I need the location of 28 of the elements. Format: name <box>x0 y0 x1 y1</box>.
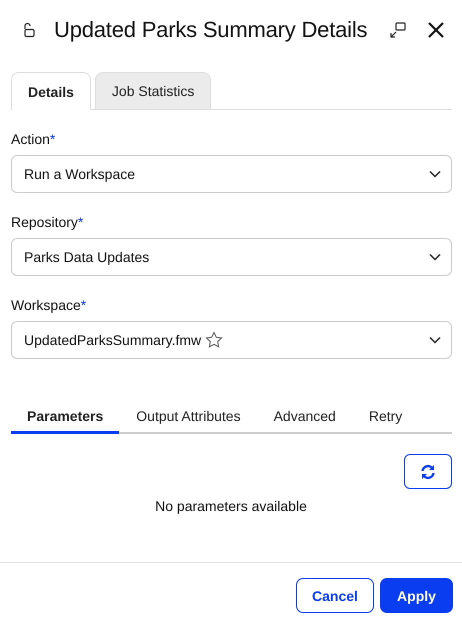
required-mark: * <box>50 131 56 149</box>
refresh-icon <box>420 464 436 480</box>
required-mark: * <box>80 297 86 315</box>
star-icon[interactable] <box>205 331 224 349</box>
tab[interactable]: Output Attributes <box>120 401 257 434</box>
dropdown-field[interactable]: Run a Workspace <box>11 155 452 193</box>
dropdown-field[interactable]: UpdatedParksSummary.fmw <box>11 321 452 359</box>
tab[interactable]: Details <box>11 72 91 110</box>
refresh-button[interactable] <box>404 454 452 489</box>
apply-button[interactable]: Apply <box>380 578 453 613</box>
close-icon[interactable] <box>427 21 445 39</box>
window-title: Updated Parks Summary Details <box>54 17 368 43</box>
chevron-down-icon <box>429 336 441 344</box>
required-mark: * <box>78 214 84 232</box>
chevron-down-icon <box>429 170 441 178</box>
field-label: Workspace <box>11 297 81 315</box>
tab[interactable]: Advanced <box>258 401 352 434</box>
field-label: Repository <box>11 214 78 232</box>
chevron-down-icon <box>429 253 441 261</box>
empty-message: No parameters available <box>154 498 308 514</box>
pop-out-icon[interactable] <box>389 21 407 39</box>
tab[interactable]: Job Statistics <box>94 72 212 109</box>
unlock-icon[interactable] <box>22 22 36 38</box>
tab[interactable]: Parameters <box>11 401 120 434</box>
dropdown-field[interactable]: Parks Data Updates <box>11 238 452 276</box>
tab[interactable]: Retry <box>352 401 418 434</box>
field-label: Action <box>11 131 50 149</box>
cancel-button[interactable]: Cancel <box>296 578 374 613</box>
